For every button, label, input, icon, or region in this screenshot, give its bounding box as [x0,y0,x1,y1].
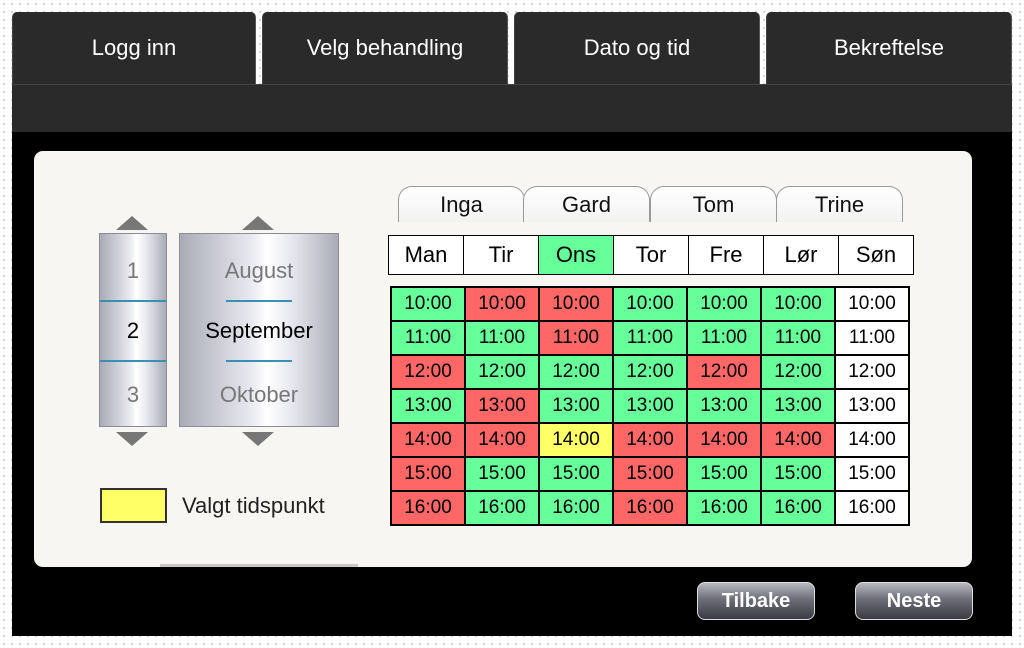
timeslot-cell[interactable]: 13:00 [465,389,539,423]
month-spinner[interactable]: August September Oktober [179,233,339,427]
staff-tab-inga[interactable]: Inga [398,186,525,222]
timeslot-cell[interactable]: 16:00 [687,491,761,525]
timeslot-cell[interactable]: 16:00 [465,491,539,525]
timeslot-cell[interactable]: 15:00 [539,457,613,491]
day-divider-bottom [100,360,166,362]
timeslot-cell[interactable]: 12:00 [835,355,909,389]
weekday-header: Man Tir Ons Tor Fre Lør Søn [388,235,914,275]
timeslot-cell[interactable]: 16:00 [835,491,909,525]
timeslot-cell[interactable]: 10:00 [613,287,687,321]
weekday-0[interactable]: Man [389,236,464,274]
timeslot-cell[interactable]: 10:00 [539,287,613,321]
timeslot-cell[interactable]: 11:00 [391,321,465,355]
timeslot-cell[interactable]: 14:00 [465,423,539,457]
timeslot-cell[interactable]: 11:00 [835,321,909,355]
month-down-arrow-icon[interactable] [242,432,274,446]
month-divider-bottom [226,360,292,362]
legend-label: Valgt tidspunkt [182,493,325,518]
timeslot-cell[interactable]: 10:00 [391,287,465,321]
next-button[interactable]: Neste [855,582,973,620]
timeslot-cell[interactable]: 16:00 [539,491,613,525]
timeslot-cell[interactable]: 15:00 [391,457,465,491]
month-prev[interactable]: August [180,258,338,284]
timeslot-cell[interactable]: 14:00 [835,423,909,457]
timeslot-cell[interactable]: 10:00 [761,287,835,321]
day-up-arrow-icon[interactable] [116,216,148,230]
selected-time-swatch [100,488,167,523]
day-next[interactable]: 3 [100,382,166,408]
timeslot-cell[interactable]: 12:00 [465,355,539,389]
timeslot-cell[interactable]: 12:00 [613,355,687,389]
weekday-1[interactable]: Tir [464,236,539,274]
back-button[interactable]: Tilbake [697,582,815,620]
month-next[interactable]: Oktober [180,382,338,408]
staff-tab-gard[interactable]: Gard [523,186,650,222]
timeslot-cell[interactable]: 12:00 [687,355,761,389]
weekday-5[interactable]: Lør [764,236,839,274]
timeslot-cell[interactable]: 13:00 [539,389,613,423]
weekday-2[interactable]: Ons [539,236,614,274]
timeslot-cell[interactable]: 16:00 [391,491,465,525]
timeslot-grid: 10:00 10:00 10:00 10:00 10:00 10:00 10:00 11:00… [390,286,910,526]
timeslot-cell[interactable]: 13:00 [391,389,465,423]
month-divider-top [226,300,292,302]
timeslot-cell[interactable]: 10:00 [835,287,909,321]
timeslot-cell[interactable]: 12:00 [761,355,835,389]
timeslot-cell[interactable]: 13:00 [761,389,835,423]
staff-tab-trine[interactable]: Trine [776,186,903,222]
tab-dato-og-tid[interactable]: Dato og tid [514,12,760,84]
day-prev[interactable]: 1 [100,258,166,284]
timeslot-cell[interactable]: 14:00 [539,423,613,457]
timeslot-cell[interactable]: 15:00 [613,457,687,491]
panel-divider [160,564,358,567]
weekday-6[interactable]: Søn [839,236,913,274]
timeslot-cell[interactable]: 13:00 [687,389,761,423]
timeslot-cell[interactable]: 11:00 [613,321,687,355]
day-divider-top [100,300,166,302]
timeslot-cell[interactable]: 14:00 [613,423,687,457]
timeslot-cell[interactable]: 15:00 [687,457,761,491]
day-spinner[interactable]: 1 2 3 [99,233,167,427]
staff-tab-tom[interactable]: Tom [650,186,777,222]
timeslot-cell[interactable]: 11:00 [761,321,835,355]
timeslot-cell[interactable]: 15:00 [835,457,909,491]
month-current: September [205,318,313,343]
timeslot-cell[interactable]: 10:00 [465,287,539,321]
timeslot-cell[interactable]: 13:00 [835,389,909,423]
timeslot-cell[interactable]: 16:00 [613,491,687,525]
month-up-arrow-icon[interactable] [242,216,274,230]
timeslot-cell[interactable]: 14:00 [761,423,835,457]
weekday-4[interactable]: Fre [689,236,764,274]
timeslot-cell[interactable]: 14:00 [391,423,465,457]
timeslot-cell[interactable]: 10:00 [687,287,761,321]
header-strip [12,84,1012,132]
timeslot-cell[interactable]: 15:00 [761,457,835,491]
timeslot-cell[interactable]: 12:00 [391,355,465,389]
tab-velg-behandling[interactable]: Velg behandling [262,12,508,84]
tab-logg-inn[interactable]: Logg inn [12,12,256,84]
timeslot-cell[interactable]: 11:00 [687,321,761,355]
day-down-arrow-icon[interactable] [116,432,148,446]
timeslot-cell[interactable]: 11:00 [465,321,539,355]
timeslot-cell[interactable]: 14:00 [687,423,761,457]
timeslot-cell[interactable]: 13:00 [613,389,687,423]
timeslot-cell[interactable]: 11:00 [539,321,613,355]
timeslot-cell[interactable]: 12:00 [539,355,613,389]
day-current: 2 [126,318,140,343]
timeslot-cell[interactable]: 16:00 [761,491,835,525]
timeslot-cell[interactable]: 15:00 [465,457,539,491]
tab-bekreftelse[interactable]: Bekreftelse [766,12,1012,84]
booking-app: Logg inn Velg behandling Dato og tid Bek… [0,0,1024,648]
weekday-3[interactable]: Tor [614,236,689,274]
